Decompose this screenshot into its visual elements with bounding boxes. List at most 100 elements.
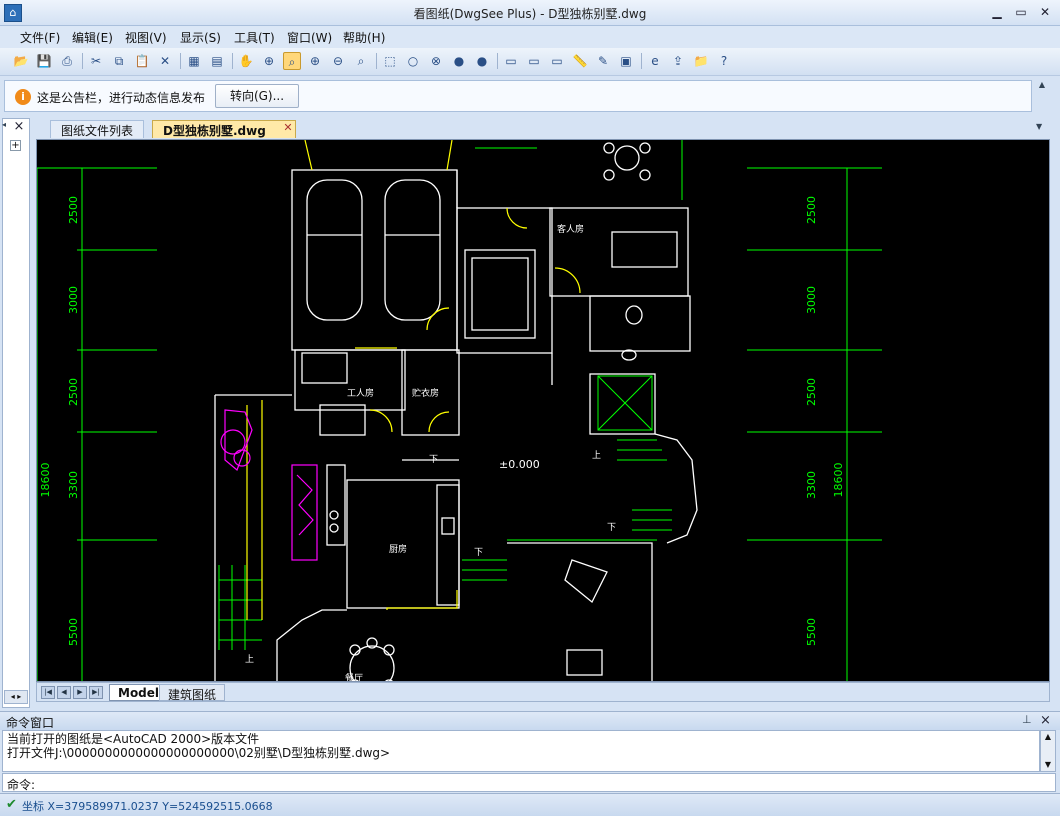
sheet-tab-bar: |◀ ◀ ▶ ▶| Model 建筑图纸 [36, 682, 1050, 702]
dim-right-3: 2500 [805, 378, 818, 406]
check-icon: ✔ [6, 797, 17, 812]
zoom-out-icon[interactable]: ⊖ [329, 52, 347, 70]
zoom-extents-icon[interactable]: ⌕ [283, 52, 301, 70]
tree-expand-icon[interactable]: + [10, 140, 21, 151]
toolbar: 📂 💾 ⎙ ✂ ⧉ 📋 ✕ ▦ ▤ ✋ ⊕ ⌕ ⊕ ⊖ ⌕ ⬚ ○ ⊗ ● ● ▭ ▭ ▭ 📏 ✎ ▣ e ⇪ 📁? [0, 48, 1060, 76]
room-guest-label: 客人房 [557, 223, 584, 235]
menu-window[interactable]: 窗口(W) [287, 29, 332, 45]
last-sheet-icon[interactable]: ▶| [89, 686, 103, 699]
command-prompt: 命令: [7, 778, 36, 792]
dim-right-5: 5500 [805, 618, 818, 646]
toolbar-separator [82, 53, 83, 69]
minimize-button[interactable]: ▁ [986, 5, 1008, 21]
cad-drawing: 2500 3000 2500 3300 5500 18600 2500 3000… [37, 140, 882, 681]
command-line: 当前打开的图纸是<AutoCAD 2000>版本文件 [7, 732, 260, 746]
circle-x-icon[interactable]: ⊗ [427, 52, 445, 70]
measure-icon[interactable]: 📏 [571, 52, 589, 70]
command-line: 打开文件J:\0000000000000000000000\02别墅\D型独栋别… [7, 746, 391, 760]
panel-close-icon[interactable]: × [12, 120, 26, 134]
command-window-title: 命令窗口 [6, 716, 55, 730]
window-icon[interactable]: ▭ [502, 52, 520, 70]
properties-icon[interactable]: ▣ [617, 52, 635, 70]
first-sheet-icon[interactable]: |◀ [41, 686, 55, 699]
menu-edit[interactable]: 编辑(E) [72, 29, 113, 45]
notice-bar: i 这是公告栏，进行动态信息发布 转向(G)... [4, 80, 1032, 112]
pin-icon[interactable]: ⊥ [1022, 713, 1032, 726]
command-input-row: 命令: [2, 773, 1056, 792]
open-icon[interactable]: 📂 [12, 52, 30, 70]
dim-left-total: 18600 [39, 463, 52, 498]
sheet-icon[interactable]: ▦ [185, 52, 203, 70]
dim-left-5: 5500 [67, 618, 80, 646]
toolbar-separator [641, 53, 642, 69]
layout-icon[interactable]: ▤ [208, 52, 226, 70]
maximize-button[interactable]: ▭ [1010, 5, 1032, 21]
command-scrollbar[interactable]: ▲ ▼ [1040, 730, 1056, 772]
save-icon[interactable]: 💾 [35, 52, 53, 70]
ie-icon[interactable]: e [646, 52, 664, 70]
stair-label-2: 下 [429, 455, 438, 465]
close-button[interactable]: ✕ [1034, 5, 1056, 21]
stair-label-4: 下 [474, 548, 483, 558]
sheet-tab-architecture[interactable]: 建筑图纸 [159, 684, 226, 702]
stair-label-3: 下 [607, 523, 616, 533]
tab-drawing[interactable]: D型独栋别墅.dwg [152, 120, 296, 138]
dot-icon[interactable]: ● [450, 52, 468, 70]
print-icon[interactable]: ⎙ [58, 52, 76, 70]
delete-icon[interactable]: ✕ [156, 52, 174, 70]
zoom-in-icon[interactable]: ⊕ [306, 52, 324, 70]
window-icon[interactable]: ▭ [525, 52, 543, 70]
zoom-window-icon[interactable]: ⊕ [260, 52, 278, 70]
menu-file[interactable]: 文件(F) [20, 29, 60, 45]
dot-icon[interactable]: ● [473, 52, 491, 70]
dim-right-total: 18600 [832, 463, 845, 498]
command-input[interactable] [45, 775, 1035, 790]
menu-view[interactable]: 视图(V) [125, 29, 167, 45]
folder-icon[interactable]: 📁 [692, 52, 710, 70]
next-sheet-icon[interactable]: ▶ [73, 686, 87, 699]
tab-file-list[interactable]: 图纸文件列表 [50, 120, 145, 138]
scroll-down-icon[interactable]: ▼ [1041, 759, 1055, 771]
notice-scroll-icon[interactable]: ▲ [1036, 80, 1048, 92]
markup-icon[interactable]: ✎ [594, 52, 612, 70]
pin-icon[interactable]: ◂ [2, 120, 12, 134]
coordinate-readout: 坐标 X=379589971.0237 Y=524592515.0668 [22, 800, 273, 813]
help-icon[interactable]: ? [715, 52, 733, 70]
window-icon[interactable]: ▭ [548, 52, 566, 70]
left-panel-scrollbar[interactable]: ◂ ▸ [4, 690, 28, 704]
toolbar-separator [376, 53, 377, 69]
dim-right-4: 3300 [805, 471, 818, 499]
room-storage-label: 贮衣房 [412, 387, 439, 399]
stair-label-1: 上 [592, 450, 601, 461]
goto-button[interactable]: 转向(G)... [215, 84, 299, 108]
info-icon: i [15, 89, 31, 105]
stair-label-5: 上 [245, 654, 254, 665]
toolbar-separator [180, 53, 181, 69]
pan-icon[interactable]: ✋ [237, 52, 255, 70]
command-output: 当前打开的图纸是<AutoCAD 2000>版本文件 打开文件J:\000000… [2, 730, 1040, 772]
command-window-header: 命令窗口 ⊥ × [0, 711, 1060, 730]
scroll-up-icon[interactable]: ▲ [1041, 731, 1055, 743]
menu-tools[interactable]: 工具(T) [234, 29, 275, 45]
window-title: 看图纸(DwgSee Plus) - D型独栋别墅.dwg [413, 7, 647, 21]
drawing-canvas[interactable]: 2500 3000 2500 3300 5500 18600 2500 3000… [36, 139, 1050, 682]
paste-icon[interactable]: 📋 [133, 52, 151, 70]
menu-display[interactable]: 显示(S) [180, 29, 221, 45]
zoom-previous-icon[interactable]: ⌕ [352, 52, 370, 70]
cut-icon[interactable]: ✂ [87, 52, 105, 70]
room-worker-label: 工人房 [347, 387, 374, 399]
menu-help[interactable]: 帮助(H) [343, 29, 385, 45]
title-bar: ⌂ 看图纸(DwgSee Plus) - D型独栋别墅.dwg ▁ ▭ ✕ [0, 0, 1060, 26]
close-icon[interactable]: × [1040, 713, 1051, 728]
export-icon[interactable]: ⇪ [669, 52, 687, 70]
tab-close-icon[interactable]: ✕ [282, 122, 294, 134]
select-icon[interactable]: ⬚ [381, 52, 399, 70]
dim-left-1: 2500 [67, 196, 80, 224]
copy-icon[interactable]: ⧉ [110, 52, 128, 70]
status-bar: ✔ 坐标 X=379589971.0237 Y=524592515.0668 [0, 793, 1060, 816]
tabs-dropdown-icon[interactable]: ▼ [1036, 122, 1048, 134]
circle-icon[interactable]: ○ [404, 52, 422, 70]
toolbar-separator [232, 53, 233, 69]
dim-right-1: 2500 [805, 196, 818, 224]
prev-sheet-icon[interactable]: ◀ [57, 686, 71, 699]
